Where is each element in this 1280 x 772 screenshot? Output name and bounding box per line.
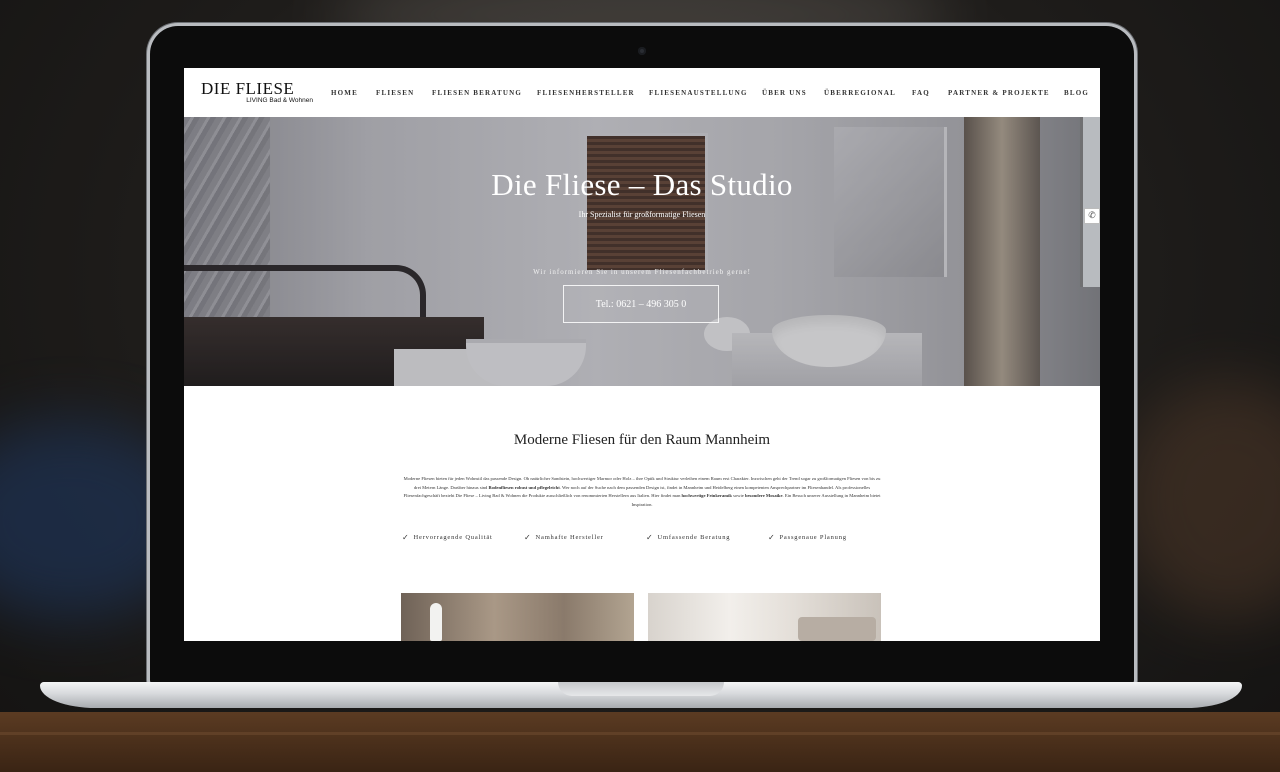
phone-icon[interactable]: ✆ — [1084, 208, 1100, 224]
paragraph-text: sowie — [731, 493, 745, 499]
hero-subtitle: Ihr Spezialist für großformatige Fliesen — [578, 210, 706, 219]
feature-item: ✓ Namhafte Hersteller — [524, 533, 646, 542]
website-screen: DIE FLIESE LIVING Bad & Wohnen HOME FLIE… — [184, 68, 1100, 641]
paragraph-highlight: besondere Mosaike — [744, 493, 783, 499]
hero-info-text: Wir informieren Sie in unserem Fliesenfa… — [533, 268, 751, 276]
nav-fliesenaustellung[interactable]: FLIESENAUSTELLUNG — [649, 89, 762, 97]
gallery-image-lounge[interactable] — [648, 593, 881, 641]
nav-ueberregional[interactable]: ÜBERREGIONAL — [824, 89, 912, 97]
section-title: Moderne Fliesen für den Raum Mannheim — [513, 432, 771, 448]
check-icon: ✓ — [402, 533, 410, 542]
feature-item: ✓ Passgenaue Planung — [768, 533, 890, 542]
check-icon: ✓ — [524, 533, 532, 542]
feature-label: Passgenaue Planung — [779, 534, 847, 541]
nav-fliesenhersteller[interactable]: FLIESENHERSTELLER — [537, 89, 649, 97]
nav-blog[interactable]: BLOG — [1064, 89, 1090, 97]
feature-label: Umfassende Beratung — [657, 534, 731, 541]
paragraph-highlight: hochwertige Feinkeramik — [681, 493, 732, 499]
hero-title: Die Fliese – Das Studio — [491, 167, 793, 202]
section-paragraph: Moderne Fliesen bieten für jeden Wohnsti… — [400, 475, 884, 509]
check-icon: ✓ — [646, 533, 654, 542]
paragraph-highlight: Bodenfliesen robust und pflegeleicht — [488, 484, 560, 490]
nav-home[interactable]: HOME — [331, 89, 376, 97]
nav-faq[interactable]: FAQ — [912, 89, 948, 97]
phone-button[interactable]: Tel.: 0621 – 496 305 0 — [563, 285, 719, 323]
hero-overlay — [184, 117, 1100, 386]
feature-list: ✓ Hervorragende Qualität ✓ Namhafte Herste… — [402, 533, 890, 542]
feature-label: Hervorragende Qualität — [413, 534, 493, 541]
main-content: Moderne Fliesen für den Raum Mannheim Mo… — [184, 386, 1100, 641]
check-icon: ✓ — [768, 533, 776, 542]
hero-banner: Die Fliese – Das Studio Ihr Spezialist f… — [184, 117, 1100, 386]
sofa — [798, 617, 876, 641]
feature-label: Namhafte Hersteller — [535, 534, 604, 541]
site-header: DIE FLIESE LIVING Bad & Wohnen HOME FLIE… — [184, 68, 1100, 117]
nav-fliesen-beratung[interactable]: FLIESEN BERATUNG — [432, 89, 537, 97]
feature-item: ✓ Hervorragende Qualität — [402, 533, 524, 542]
nav-partner-projekte[interactable]: PARTNER & PROJEKTE — [948, 89, 1064, 97]
camera-icon — [638, 47, 646, 55]
gallery-image-living[interactable] — [401, 593, 634, 641]
nav-fliesen[interactable]: FLIESEN — [376, 89, 432, 97]
main-navigation: HOME FLIESEN FLIESEN BERATUNG FLIESENHER… — [331, 89, 1090, 97]
feature-item: ✓ Umfassende Beratung — [646, 533, 768, 542]
vase — [430, 603, 442, 641]
wooden-table — [0, 712, 1280, 772]
logo-subtitle: LIVING Bad & Wohnen — [246, 97, 313, 105]
background-blur-warm — [1120, 380, 1280, 620]
laptop-notch — [558, 682, 724, 696]
site-logo[interactable]: DIE FLIESE LIVING Bad & Wohnen — [201, 80, 313, 105]
logo-title: DIE FLIESE — [201, 79, 295, 99]
nav-ueber-uns[interactable]: ÜBER UNS — [762, 89, 824, 97]
